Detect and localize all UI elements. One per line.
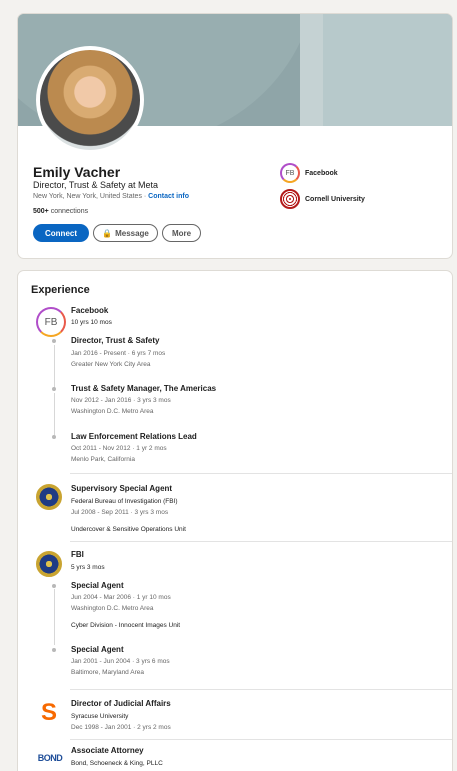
current-company-label: Facebook bbox=[305, 169, 338, 177]
role-dates: Jan 2001 - Jun 2004 · 3 yrs 6 mos bbox=[71, 658, 170, 665]
profile-name: Emily Vacher bbox=[33, 164, 121, 180]
role-title: Supervisory Special Agent bbox=[71, 484, 173, 493]
company-duration: 5 yrs 3 mos bbox=[71, 564, 105, 571]
banner-band bbox=[300, 14, 324, 126]
connections-number: 500+ bbox=[33, 208, 49, 215]
role-title: Trust & Safety Manager, The Americas bbox=[71, 384, 217, 393]
role-location: Baltimore, Maryland Area bbox=[71, 669, 144, 676]
role-title: Special Agent bbox=[71, 581, 124, 590]
role-dates: Jul 2008 - Sep 2011 · 3 yrs 3 mos bbox=[71, 509, 169, 516]
role-description: Cyber Division - Innocent Images Unit bbox=[71, 622, 181, 629]
timeline-dot bbox=[52, 648, 56, 652]
organization-name[interactable]: Bond, Schoeneck & King, PLLC bbox=[71, 760, 163, 767]
timeline-dot bbox=[52, 339, 56, 343]
experience-heading: Experience bbox=[31, 284, 90, 296]
role-location: Washington D.C. Metro Area bbox=[71, 605, 154, 612]
divider bbox=[70, 541, 452, 542]
role-location: Menlo Park, California bbox=[71, 456, 135, 463]
facebook-logo-icon[interactable]: FB bbox=[36, 307, 66, 337]
divider bbox=[70, 739, 452, 740]
role-dates: Nov 2012 - Jan 2016 · 3 yrs 3 mos bbox=[71, 397, 171, 404]
connect-label: Connect bbox=[45, 228, 77, 238]
role-title: Director, Trust & Safety bbox=[71, 336, 160, 345]
organization-name[interactable]: Syracuse University bbox=[71, 713, 128, 720]
more-label: More bbox=[171, 228, 192, 238]
fbi-seal-icon[interactable] bbox=[36, 484, 62, 510]
role-dates: Jan 2016 - Present · 6 yrs 7 mos bbox=[71, 350, 166, 357]
role-dates: Dec 1998 - Jan 2001 · 2 yrs 2 mos bbox=[71, 724, 171, 731]
role-location: Greater New York City Area bbox=[71, 361, 151, 368]
connect-button[interactable]: Connect bbox=[33, 224, 89, 242]
message-label: Message bbox=[115, 228, 149, 238]
timeline-dot bbox=[52, 387, 56, 391]
experience-card: Experience FB Facebook 10 yrs 10 mos Dir… bbox=[17, 270, 453, 771]
timeline-line bbox=[53, 345, 55, 391]
education-cornell[interactable]: Cornell University bbox=[280, 189, 365, 209]
profile-location: New York, New York, United States · Cont… bbox=[33, 193, 189, 200]
organization-name[interactable]: Federal Bureau of Investigation (FBI) bbox=[71, 498, 178, 505]
timeline-line bbox=[53, 589, 55, 645]
role-description: Undercover & Sensitive Operations Unit bbox=[71, 526, 186, 533]
role-title: Special Agent bbox=[71, 645, 124, 654]
role-dates: Oct 2011 - Nov 2012 · 1 yr 2 mos bbox=[71, 445, 167, 452]
connections-label: connections bbox=[48, 208, 89, 215]
fbi-seal-icon[interactable] bbox=[36, 551, 62, 577]
role-location: Washington D.C. Metro Area bbox=[71, 408, 154, 415]
role-title: Law Enforcement Relations Lead bbox=[71, 432, 197, 441]
banner-band bbox=[323, 14, 452, 126]
cornell-seal-icon bbox=[280, 189, 300, 209]
role-title: Director of Judicial Affairs bbox=[71, 699, 171, 708]
education-label: Cornell University bbox=[305, 195, 365, 203]
timeline-dot bbox=[52, 435, 56, 439]
profile-headline: Director, Trust & Safety at Meta bbox=[33, 180, 159, 190]
role-dates: Jun 2004 - Mar 2006 · 1 yr 10 mos bbox=[71, 594, 171, 601]
more-button[interactable]: More bbox=[162, 224, 201, 242]
company-duration: 10 yrs 10 mos bbox=[71, 319, 112, 326]
facebook-logo-icon: FB bbox=[280, 163, 300, 183]
current-company-facebook[interactable]: FB Facebook bbox=[280, 163, 338, 183]
timeline-line bbox=[53, 393, 55, 435]
divider bbox=[70, 689, 452, 690]
timeline-dot bbox=[52, 584, 56, 588]
lock-icon: 🔒 bbox=[102, 228, 113, 238]
avatar[interactable] bbox=[36, 46, 144, 154]
location-text: New York, New York, United States · bbox=[33, 193, 149, 200]
role-title: Associate Attorney bbox=[71, 746, 144, 755]
bond-logo-icon[interactable]: BOND bbox=[34, 749, 66, 767]
divider bbox=[70, 473, 452, 474]
connections-count[interactable]: 500+ connections bbox=[33, 208, 88, 215]
message-button[interactable]: 🔒 Message bbox=[93, 224, 158, 242]
contact-info-link[interactable]: Contact info bbox=[148, 193, 189, 200]
company-name[interactable]: Facebook bbox=[71, 306, 108, 315]
company-name[interactable]: FBI bbox=[71, 550, 84, 559]
profile-card: Emily Vacher Director, Trust & Safety at… bbox=[17, 13, 453, 259]
syracuse-logo-icon[interactable]: S bbox=[39, 701, 59, 725]
